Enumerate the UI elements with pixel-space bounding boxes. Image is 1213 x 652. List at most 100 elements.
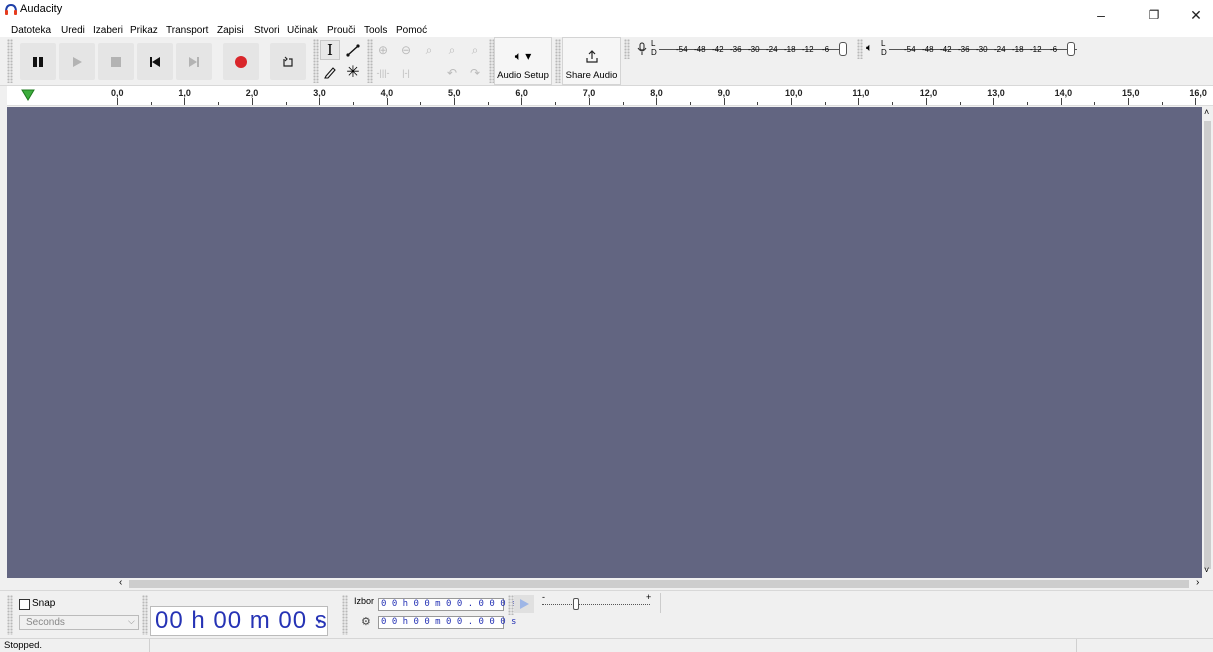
- fit-selection-button[interactable]: ⌕: [419, 40, 439, 60]
- playback-volume-slider-thumb[interactable]: [1067, 42, 1075, 56]
- playback-meter-grip[interactable]: [857, 39, 863, 59]
- menu-izaberi[interactable]: Izaberi: [93, 25, 123, 36]
- transport-toolbar-grip[interactable]: [7, 39, 13, 83]
- vertical-scrollbar[interactable]: ˄ ˅: [1202, 107, 1213, 578]
- ruler-minor-tick: [824, 102, 826, 105]
- undo-button[interactable]: ↶: [442, 63, 462, 83]
- horizontal-scrollbar[interactable]: ‹ ›: [7, 577, 1213, 590]
- menu-transport[interactable]: Transport: [166, 25, 208, 36]
- selection-end-time[interactable]: 0 0 h 0 0 m 0 0 . 0 0 0 s: [378, 616, 516, 629]
- ruler-label: 1,0: [178, 88, 191, 98]
- gear-icon[interactable]: ⚙: [361, 615, 371, 628]
- share-audio-label: Share Audio: [565, 70, 618, 81]
- menu-datoteka[interactable]: Datoteka: [11, 25, 51, 36]
- envelope-tool-button[interactable]: [343, 40, 363, 60]
- play-at-speed-button[interactable]: [514, 595, 534, 613]
- zoom-out-button[interactable]: ⊖: [396, 40, 416, 60]
- horizontal-scroll-thumb[interactable]: [129, 580, 1189, 588]
- record-meter-grip[interactable]: [624, 39, 630, 59]
- selection-start-time[interactable]: 0 0 h 0 0 m 0 0 . 0 0 0 s: [378, 598, 516, 611]
- ruler-major-tick: [1128, 98, 1129, 105]
- rec-tick: -36: [730, 45, 742, 54]
- scroll-right-arrow-icon[interactable]: ›: [1196, 577, 1199, 588]
- time-display[interactable]: 00 h 00 m 00 s ▾: [150, 606, 328, 636]
- selection-label: Izbor: [354, 596, 375, 606]
- play-tick: -36: [958, 45, 970, 54]
- share-audio-button[interactable]: Share Audio: [562, 37, 621, 85]
- multi-tool-button[interactable]: ✳: [343, 62, 363, 82]
- scroll-up-arrow-icon[interactable]: ˄: [1204, 107, 1209, 117]
- vertical-scroll-thumb[interactable]: [1204, 121, 1211, 569]
- snap-label: Snap: [32, 598, 56, 609]
- window-title: Audacity: [20, 3, 63, 15]
- play-tick: -18: [1012, 45, 1024, 54]
- speed-slider-thumb[interactable]: [573, 598, 579, 610]
- play-at-speed-icon: [520, 599, 529, 609]
- zoom-toggle-icon: ⌕: [471, 42, 479, 57]
- play-speed-slider[interactable]: - +: [540, 592, 660, 613]
- ruler-label: 10,0: [785, 88, 803, 98]
- time-format-dropdown-icon[interactable]: ▾: [317, 617, 321, 626]
- playback-meter-left-label: L: [881, 39, 886, 48]
- snap-checkbox[interactable]: [19, 599, 30, 610]
- menu-uredi[interactable]: Uredi: [61, 25, 85, 36]
- selection-end-value: 0 0 h 0 0 m 0 0 . 0 0 0 s: [381, 617, 517, 627]
- pause-button[interactable]: [20, 43, 56, 80]
- audacity-logo-icon: [5, 3, 17, 15]
- silence-button[interactable]: |-|: [396, 63, 416, 83]
- record-volume-slider-thumb[interactable]: [839, 42, 847, 56]
- zoom-toggle-button[interactable]: ⌕: [465, 40, 485, 60]
- menu-zapisi[interactable]: Zapisi: [217, 25, 244, 36]
- draw-tool-button[interactable]: [320, 62, 340, 82]
- scroll-left-arrow-icon[interactable]: ‹: [119, 577, 122, 588]
- loop-button[interactable]: [270, 43, 306, 80]
- track-area[interactable]: [7, 107, 1202, 578]
- zoom-in-button[interactable]: ⊕: [373, 40, 393, 60]
- selection-tool-button[interactable]: I: [320, 40, 340, 60]
- scroll-down-arrow-icon[interactable]: ˅: [1204, 565, 1209, 575]
- redo-button[interactable]: ↷: [465, 63, 485, 83]
- rec-tick: -42: [712, 45, 724, 54]
- tools-toolbar-grip[interactable]: [313, 39, 319, 83]
- stop-button[interactable]: [98, 43, 134, 80]
- ruler-major-tick: [117, 98, 118, 105]
- menu-bar: Datoteka Uredi Izaberi Prikaz Transport …: [0, 23, 1213, 37]
- title-bar: Audacity – ❐ ✕: [0, 0, 1213, 23]
- rec-tick: -18: [784, 45, 796, 54]
- speaker-icon[interactable]: 🔈︎: [866, 42, 873, 55]
- ruler-major-tick: [993, 98, 995, 105]
- skip-to-end-button[interactable]: [176, 43, 212, 80]
- menu-tools[interactable]: Tools: [364, 25, 387, 36]
- menu-ucinak[interactable]: Učinak: [287, 25, 318, 36]
- menu-stvori[interactable]: Stvori: [254, 25, 280, 36]
- ruler-label: 8,0: [650, 88, 663, 98]
- play-button[interactable]: [59, 43, 95, 80]
- ruler-minor-tick: [218, 102, 220, 105]
- time-toolbar-grip[interactable]: [142, 595, 148, 635]
- record-button[interactable]: [223, 43, 259, 80]
- timeline-ruler[interactable]: 0,0 1,0 2,0 3,0 4,0 5,0 6,0 7,0 8,0 9,0 10,0 11,0 12…: [7, 86, 1213, 106]
- time-display-value: 00 h 00 m 00 s: [155, 607, 328, 634]
- menu-pomoc[interactable]: Pomoć: [396, 25, 427, 36]
- play-head-triangle-icon[interactable]: [21, 89, 35, 101]
- audio-setup-label: Audio Setup: [497, 70, 549, 81]
- record-meter[interactable]: L D -54 -48 -42 -36 -30 -24 -18 -12 -6: [651, 39, 856, 59]
- microphone-icon[interactable]: [637, 42, 647, 56]
- share-audio-grip[interactable]: [555, 39, 561, 83]
- playback-meter[interactable]: L D -54 -48 -42 -36 -30 -24 -18 -12 -6: [881, 39, 1086, 59]
- redo-icon: ↷: [469, 66, 481, 80]
- fit-selection-icon: ⌕: [425, 42, 433, 57]
- skip-to-start-button[interactable]: [137, 43, 173, 80]
- selection-toolbar-grip[interactable]: [342, 595, 348, 635]
- status-text: Stopped.: [4, 640, 43, 651]
- menu-prouci[interactable]: Prouči: [327, 25, 355, 36]
- fit-project-button[interactable]: ⌕: [442, 40, 462, 60]
- ruler-minor-tick: [285, 102, 287, 105]
- ruler-major-tick: [184, 98, 186, 105]
- trim-button[interactable]: -|||-: [373, 63, 393, 83]
- menu-prikaz[interactable]: Prikaz: [130, 25, 158, 36]
- snap-unit-select[interactable]: Seconds ⌵: [19, 615, 139, 630]
- audio-setup-button[interactable]: 🔈︎ ▾ Audio Setup: [494, 37, 552, 85]
- status-bar: Stopped.: [0, 638, 1213, 652]
- snap-toolbar-grip[interactable]: [7, 595, 13, 635]
